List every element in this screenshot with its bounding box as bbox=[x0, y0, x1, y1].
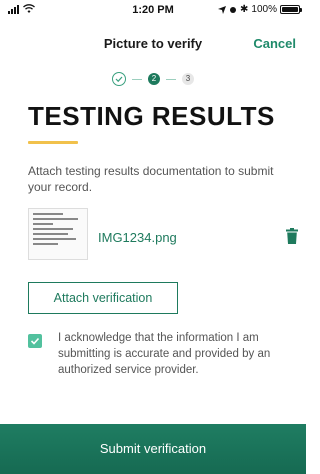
bluetooth-icon: ✱ bbox=[240, 4, 249, 15]
step-3-upcoming: 3 bbox=[182, 73, 194, 85]
check-icon bbox=[115, 76, 123, 83]
page-title: TESTING RESULTS bbox=[28, 101, 275, 131]
step-1-done bbox=[112, 72, 126, 86]
step-connector bbox=[132, 78, 142, 80]
status-right: ✱ 100% bbox=[218, 4, 302, 15]
description-text: Attach testing results documentation to … bbox=[28, 164, 274, 194]
attachment-thumbnail[interactable] bbox=[28, 208, 88, 260]
progress-stepper: 2 3 bbox=[0, 72, 306, 86]
status-bar: 1:20 PM ✱ 100% bbox=[0, 0, 306, 20]
location-icon bbox=[218, 5, 227, 14]
alarm-icon bbox=[230, 6, 237, 13]
step-2-current: 2 bbox=[148, 73, 160, 85]
title-underline bbox=[28, 141, 78, 144]
cancel-button[interactable]: Cancel bbox=[253, 36, 296, 51]
attachment-item: IMG1234.png bbox=[28, 208, 298, 264]
battery-icon bbox=[280, 5, 302, 14]
acknowledge-text: I acknowledge that the information I am … bbox=[58, 332, 271, 376]
submit-verification-button[interactable]: Submit verification bbox=[0, 424, 306, 474]
attach-verification-button[interactable]: Attach verification bbox=[28, 282, 178, 314]
attachment-file-name: IMG1234.png bbox=[98, 230, 177, 245]
checkmark-icon bbox=[30, 337, 40, 345]
step-connector bbox=[166, 78, 176, 80]
battery-percent: 100% bbox=[251, 4, 277, 15]
acknowledge-checkbox[interactable] bbox=[28, 334, 42, 348]
trash-icon[interactable] bbox=[286, 228, 298, 244]
battery-level bbox=[282, 7, 298, 12]
